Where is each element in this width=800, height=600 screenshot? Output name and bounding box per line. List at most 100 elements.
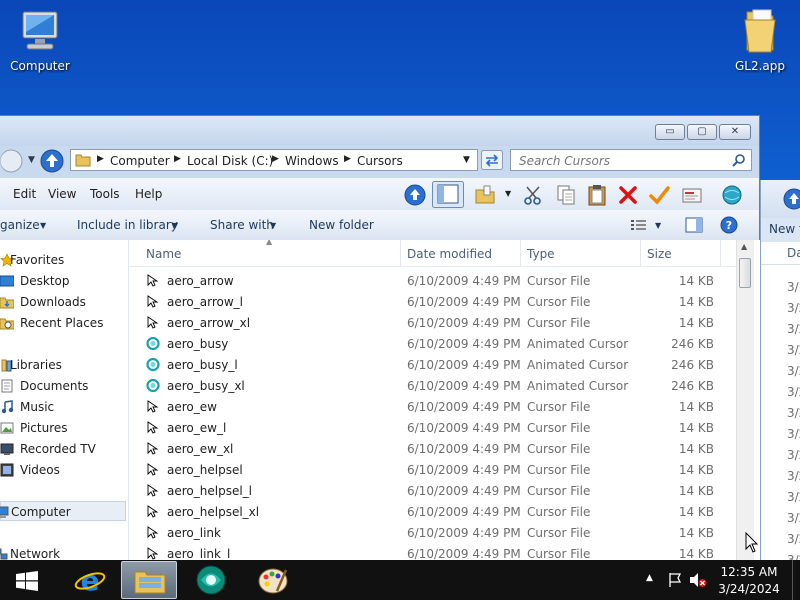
- file-row[interactable]: aero_link_l 6/10/2009 4:49 PM Cursor File 1…: [128, 543, 728, 561]
- chevron-right-icon[interactable]: ▶: [344, 154, 351, 164]
- column-type[interactable]: Type: [527, 247, 555, 261]
- search-box[interactable]: [510, 149, 752, 171]
- nav-videos[interactable]: Videos: [0, 460, 126, 480]
- up-arrow-icon[interactable]: [404, 184, 426, 206]
- menu-help[interactable]: Help: [135, 187, 162, 201]
- scrollbar-thumb[interactable]: [739, 258, 751, 288]
- new-folder-button[interactable]: New f: [769, 222, 800, 236]
- taskbar-windows-explorer[interactable]: [121, 561, 177, 599]
- navigation-pane[interactable]: Favorites Desktop Downloads Recent Place…: [0, 240, 129, 561]
- column-divider[interactable]: [520, 240, 521, 266]
- file-row[interactable]: aero_busy 6/10/2009 4:49 PM Animated Curso…: [128, 333, 728, 354]
- scroll-up-arrow-icon[interactable]: ▲: [741, 242, 747, 251]
- delete-icon[interactable]: [617, 184, 639, 206]
- taskbar-paint[interactable]: [245, 561, 301, 599]
- folder-options-dropdown-icon[interactable]: ▼: [505, 189, 511, 198]
- nav-computer[interactable]: Computer: [0, 501, 126, 521]
- close-button[interactable]: ✕: [719, 124, 751, 140]
- file-list[interactable]: Name ▲ Date modified Type Size aero_arro…: [128, 240, 736, 561]
- chevron-down-icon[interactable]: ▼: [40, 221, 46, 230]
- nav-recent-places[interactable]: Recent Places: [0, 313, 126, 333]
- background-window[interactable]: New f Da 3/3/2 3/2 3/2 3/2 3/2 3/2 3/2 3/2 3/2 3/…: [760, 180, 800, 567]
- desktop-icon-gl2-app[interactable]: GL2.app: [720, 6, 800, 73]
- search-input[interactable]: [517, 151, 731, 171]
- view-options-icon[interactable]: [630, 218, 648, 232]
- nav-recorded-tv[interactable]: Recorded TV: [0, 439, 126, 459]
- breadcrumb-cursors[interactable]: Cursors: [357, 154, 403, 168]
- refresh-icon[interactable]: [481, 150, 503, 170]
- chevron-right-icon[interactable]: ▶: [174, 154, 181, 164]
- column-divider[interactable]: [400, 240, 401, 266]
- file-row[interactable]: aero_arrow_l 6/10/2009 4:49 PM Cursor File…: [128, 291, 728, 312]
- nav-pictures[interactable]: Pictures: [0, 418, 126, 438]
- search-icon[interactable]: [732, 153, 746, 167]
- file-row[interactable]: aero_busy_l 6/10/2009 4:49 PM Animated Cur…: [128, 354, 728, 375]
- explorer-window[interactable]: ▭ ▢ ✕ ▼ ▶ Computer ▶ Local Disk (C:) ▶ W…: [0, 115, 760, 561]
- chevron-right-icon[interactable]: ▶: [97, 154, 104, 164]
- title-bar[interactable]: ▭ ▢ ✕: [0, 116, 759, 146]
- share-with-button[interactable]: Share with: [210, 218, 274, 232]
- address-dropdown-icon[interactable]: ▼: [463, 155, 470, 165]
- paste-icon[interactable]: [586, 184, 608, 206]
- breadcrumb-windows[interactable]: Windows: [285, 154, 339, 168]
- back-button[interactable]: [0, 149, 24, 173]
- show-desktop-button[interactable]: [792, 560, 800, 600]
- maximize-button[interactable]: ▢: [687, 124, 717, 140]
- properties-check-icon[interactable]: [648, 184, 670, 206]
- minimize-button[interactable]: ▭: [655, 124, 685, 140]
- taskbar-media-app[interactable]: [183, 561, 239, 599]
- file-row[interactable]: aero_helpsel_xl 6/10/2009 4:49 PM Cursor F…: [128, 501, 728, 522]
- windows-start-icon[interactable]: [16, 571, 38, 591]
- include-in-library-button[interactable]: Include in library: [77, 218, 178, 232]
- taskbar-clock[interactable]: 12:35 AM 3/24/2024: [710, 564, 788, 598]
- history-dropdown-icon[interactable]: ▼: [28, 155, 35, 165]
- preview-pane-icon[interactable]: [685, 217, 703, 233]
- nav-music[interactable]: Music: [0, 397, 126, 417]
- menu-tools[interactable]: Tools: [90, 187, 120, 201]
- vertical-scrollbar[interactable]: ▲: [736, 240, 754, 561]
- column-header[interactable]: Da: [761, 242, 800, 265]
- folder-options-icon[interactable]: [474, 184, 496, 206]
- organize-button[interactable]: ganize: [0, 218, 40, 232]
- taskbar-internet-explorer[interactable]: e: [62, 561, 118, 599]
- address-bar[interactable]: ▶ Computer ▶ Local Disk (C:) ▶ Windows ▶…: [70, 149, 478, 171]
- column-divider[interactable]: [720, 240, 721, 266]
- file-row[interactable]: aero_link 6/10/2009 4:49 PM Cursor File 14 …: [128, 522, 728, 543]
- column-size[interactable]: Size: [647, 247, 672, 261]
- file-row[interactable]: aero_arrow 6/10/2009 4:49 PM Cursor File 14…: [128, 270, 728, 291]
- chevron-right-icon[interactable]: ▶: [272, 154, 279, 164]
- desktop-icon-computer[interactable]: Computer: [0, 8, 80, 73]
- file-row[interactable]: aero_ew_xl 6/10/2009 4:49 PM Cursor File 14…: [128, 438, 728, 459]
- action-center-icon[interactable]: [667, 572, 683, 588]
- chevron-down-icon[interactable]: ▼: [172, 221, 178, 230]
- email-icon[interactable]: [681, 184, 703, 206]
- nav-favorites[interactable]: Favorites: [0, 250, 126, 270]
- nav-desktop[interactable]: Desktop: [0, 271, 126, 291]
- chevron-down-icon[interactable]: ▼: [270, 221, 276, 230]
- copy-icon[interactable]: [555, 184, 577, 206]
- nav-downloads[interactable]: Downloads: [0, 292, 126, 312]
- nav-libraries[interactable]: Libraries: [0, 355, 126, 375]
- show-hidden-icons-icon[interactable]: ▲: [646, 573, 653, 583]
- new-folder-button[interactable]: New folder: [309, 218, 374, 232]
- breadcrumb-computer[interactable]: Computer: [110, 154, 170, 168]
- up-arrow-icon[interactable]: [783, 188, 800, 210]
- file-row[interactable]: aero_ew_l 6/10/2009 4:49 PM Cursor File 14 …: [128, 417, 728, 438]
- up-arrow-icon[interactable]: [40, 149, 64, 173]
- date-column-header[interactable]: Da: [787, 246, 800, 260]
- help-icon[interactable]: ?: [720, 216, 738, 234]
- nav-network[interactable]: Network: [0, 544, 126, 561]
- menu-view[interactable]: View: [48, 187, 76, 201]
- folders-pane-icon[interactable]: [432, 181, 464, 208]
- breadcrumb-local-disk[interactable]: Local Disk (C:): [187, 154, 273, 168]
- column-divider[interactable]: [640, 240, 641, 266]
- file-row[interactable]: aero_arrow_xl 6/10/2009 4:49 PM Cursor Fil…: [128, 312, 728, 333]
- column-name[interactable]: Name: [146, 247, 181, 261]
- file-row[interactable]: aero_busy_xl 6/10/2009 4:49 PM Animated Cu…: [128, 375, 728, 396]
- file-row[interactable]: aero_ew 6/10/2009 4:49 PM Cursor File 14 KB: [128, 396, 728, 417]
- file-row[interactable]: aero_helpsel_l 6/10/2009 4:49 PM Cursor Fi…: [128, 480, 728, 501]
- file-row[interactable]: aero_helpsel 6/10/2009 4:49 PM Cursor File…: [128, 459, 728, 480]
- speaker-muted-icon[interactable]: [689, 572, 707, 588]
- share-globe-icon[interactable]: [721, 184, 743, 206]
- nav-documents[interactable]: Documents: [0, 376, 126, 396]
